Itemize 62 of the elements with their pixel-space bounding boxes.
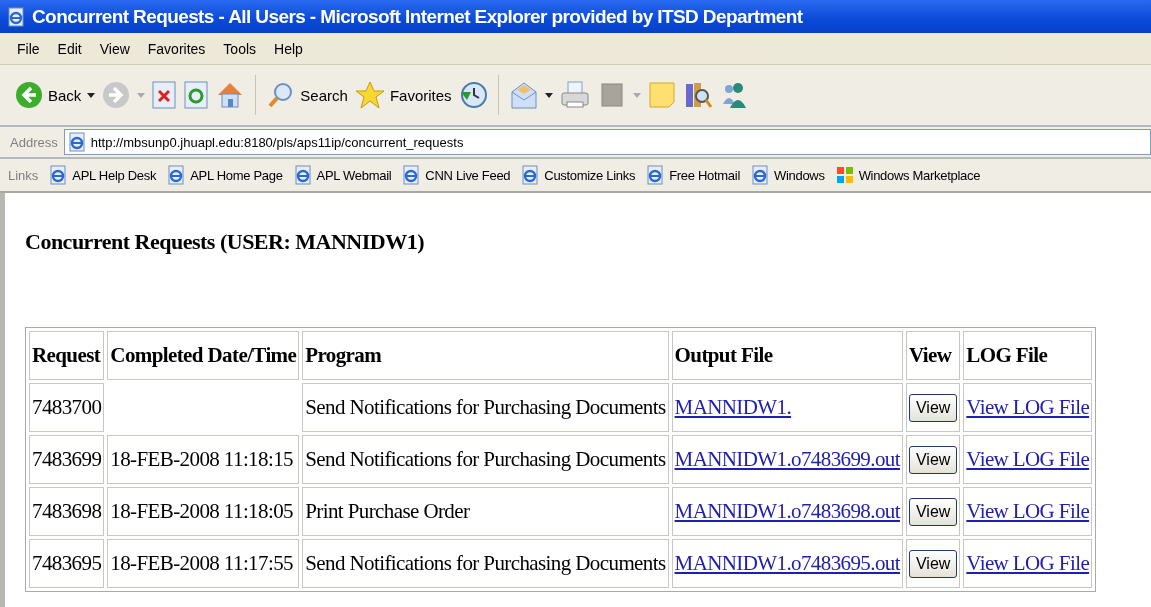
link-item[interactable]: CNN Live Feed bbox=[401, 165, 511, 185]
link-item[interactable]: APL Webmail bbox=[292, 165, 392, 185]
view-button[interactable]: View bbox=[908, 549, 958, 578]
browser-page-icon bbox=[48, 165, 69, 185]
menu-item[interactable]: Favorites bbox=[138, 40, 215, 57]
favorites-button[interactable]: Favorites bbox=[353, 80, 452, 110]
address-field[interactable]: http://mbsunp0.jhuapl.edu:8180/pls/aps11ip/concurrent_requests bbox=[63, 129, 1151, 155]
menu-item[interactable]: Tools bbox=[214, 40, 266, 57]
printer-icon[interactable] bbox=[558, 80, 591, 110]
view-button[interactable]: View bbox=[908, 445, 958, 474]
browser-page-icon bbox=[520, 165, 541, 185]
browser-page-icon bbox=[292, 165, 313, 185]
column-header: Output File bbox=[671, 331, 903, 380]
browser-page-icon bbox=[750, 165, 770, 185]
link-item[interactable]: APL Help Desk bbox=[48, 165, 157, 185]
page-icon bbox=[66, 132, 87, 152]
link-item[interactable]: Customize Links bbox=[520, 165, 636, 185]
links-label: Links bbox=[8, 167, 39, 183]
page-heading: Concurrent Requests (USER: MANNIDW1) bbox=[25, 229, 425, 255]
caret-icon[interactable] bbox=[87, 92, 96, 98]
view-button[interactable]: View bbox=[908, 497, 958, 526]
back-icon bbox=[14, 80, 44, 110]
table-cell: Print Purchase Order bbox=[302, 487, 669, 536]
caret-icon[interactable] bbox=[544, 92, 553, 98]
column-header: Program bbox=[302, 331, 669, 380]
table-cell: Send Notifications for Purchasing Documents bbox=[302, 539, 669, 588]
link-item[interactable]: Free Hotmail bbox=[645, 165, 740, 185]
back-button[interactable]: Back bbox=[14, 80, 82, 110]
stop-icon[interactable] bbox=[151, 80, 178, 110]
mail-icon[interactable] bbox=[508, 80, 539, 110]
view-button[interactable]: View bbox=[908, 393, 958, 422]
column-header: Completed Date/Time bbox=[107, 331, 300, 380]
star-icon bbox=[353, 80, 386, 110]
refresh-icon[interactable] bbox=[183, 80, 210, 110]
table-cell: 7483700 bbox=[29, 383, 105, 432]
table-cell: 7483699 bbox=[29, 435, 105, 484]
browser-page-icon bbox=[166, 165, 187, 185]
column-header: Request bbox=[29, 331, 105, 380]
table-cell: 7483698 bbox=[29, 487, 105, 536]
table-cell: 7483695 bbox=[29, 539, 105, 588]
column-header: LOG File bbox=[963, 331, 1093, 380]
column-header: View bbox=[905, 331, 961, 380]
flag-icon bbox=[834, 165, 855, 185]
table-cell: 18-FEB-2008 11:18:15 bbox=[107, 435, 300, 484]
menu-item[interactable]: Edit bbox=[48, 40, 91, 57]
menu-item[interactable]: File bbox=[8, 40, 49, 57]
app-icon bbox=[6, 6, 26, 27]
forward-icon[interactable] bbox=[101, 80, 132, 110]
link-item[interactable]: APL Home Page bbox=[166, 165, 283, 185]
table-cell: 18-FEB-2008 11:18:05 bbox=[107, 487, 300, 536]
search-button[interactable]: Search bbox=[266, 80, 348, 110]
table-cell: Send Notifications for Purchasing Documents bbox=[302, 383, 669, 432]
table-cell: 18-FEB-2008 11:17:55 bbox=[107, 539, 300, 588]
link-item[interactable]: Windows bbox=[750, 165, 825, 185]
window-title: Concurrent Requests - All Users - Microsoft Internet Explorer provided by ITSD Department bbox=[32, 5, 803, 28]
table-cell: Send Notifications for Purchasing Documents bbox=[302, 435, 669, 484]
link-item[interactable]: Windows Marketplace bbox=[834, 165, 981, 185]
browser-page-icon bbox=[645, 165, 666, 185]
menu-item[interactable]: View bbox=[90, 40, 139, 57]
menu-item[interactable]: Help bbox=[265, 40, 312, 57]
browser-page-icon bbox=[401, 165, 422, 185]
address-label: Address bbox=[10, 134, 58, 150]
